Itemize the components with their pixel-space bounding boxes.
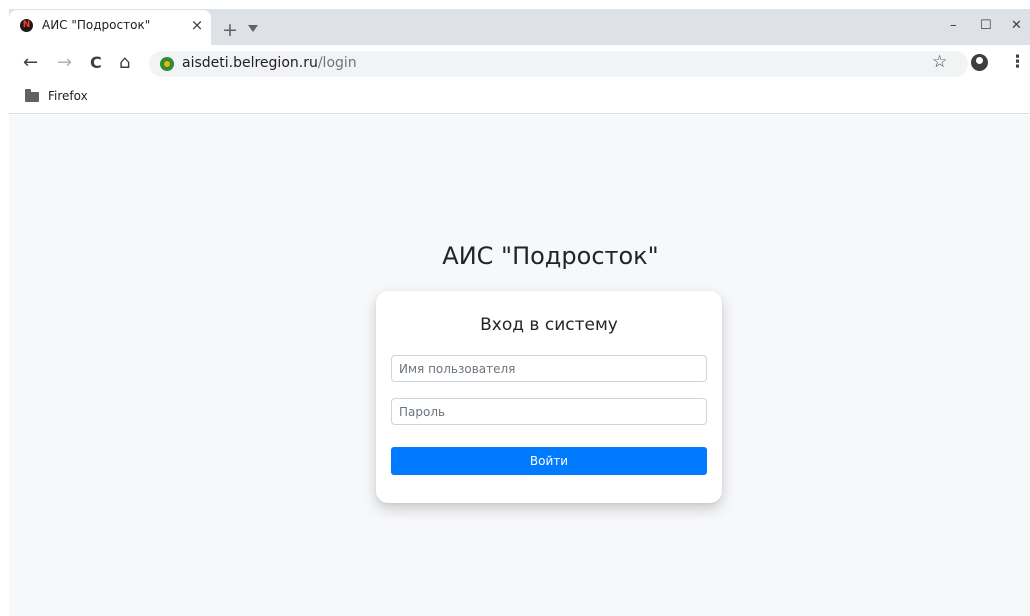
login-title: Вход в систему: [480, 315, 618, 335]
browser-menu-button[interactable]: ⋮: [1009, 52, 1026, 72]
page-content: АИС "Подросток" Вход в систему Войти: [9, 115, 1030, 616]
tab-close-icon[interactable]: ×: [189, 16, 205, 34]
new-tab-button[interactable]: +: [222, 20, 238, 40]
browser-tab[interactable]: N АИС "Подросток" ×: [9, 10, 211, 45]
close-window-button[interactable]: ✕: [1011, 18, 1022, 34]
home-button[interactable]: ⌂: [119, 53, 130, 73]
site-emblem-icon: [160, 57, 174, 71]
tab-title: АИС "Подросток": [42, 18, 151, 32]
password-input[interactable]: [391, 398, 707, 425]
login-button[interactable]: Войти: [391, 447, 707, 475]
site-favicon-icon: N: [20, 19, 33, 32]
url-host: aisdeti.belregion.ru: [182, 55, 318, 71]
app-title: АИС "Подросток": [442, 242, 659, 270]
bookmarks-bar: Firefox: [9, 83, 1030, 114]
url-path: /login: [317, 55, 357, 71]
browser-toolbar: ← → C ⌂ aisdeti.belregion.ru/login ☆ ⋮: [9, 45, 1030, 83]
minimize-button[interactable]: –: [950, 18, 957, 34]
folder-icon: [25, 89, 39, 102]
bookmark-folder-firefox[interactable]: Firefox: [48, 89, 88, 103]
address-bar[interactable]: aisdeti.belregion.ru/login: [149, 51, 968, 77]
account-icon[interactable]: [971, 54, 988, 71]
address-url: aisdeti.belregion.ru/login: [182, 55, 357, 71]
back-button[interactable]: ←: [23, 53, 38, 73]
forward-button[interactable]: →: [57, 53, 72, 73]
bookmark-star-icon[interactable]: ☆: [932, 52, 947, 72]
maximize-button[interactable]: ☐: [980, 18, 992, 34]
tab-list-dropdown-icon[interactable]: [248, 25, 258, 32]
login-card: Вход в систему Войти: [376, 291, 722, 503]
reload-button[interactable]: C: [90, 53, 102, 73]
username-input[interactable]: [391, 355, 707, 382]
